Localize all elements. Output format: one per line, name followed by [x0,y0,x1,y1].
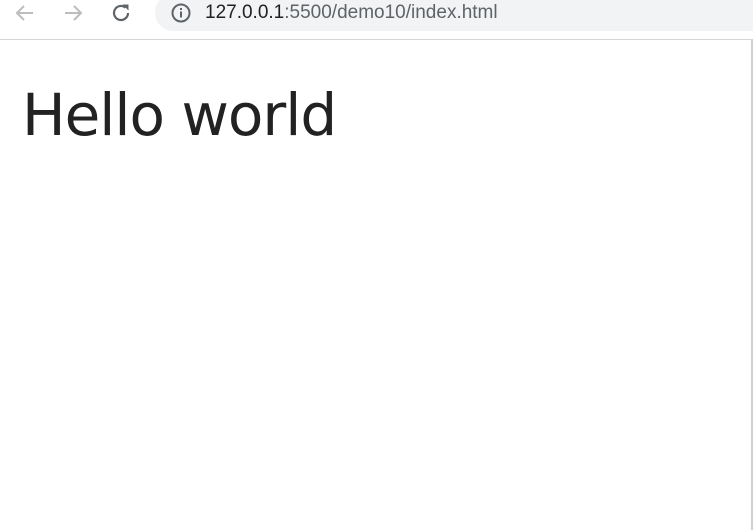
url-host: 127.0.0.1 [205,2,285,23]
page-content: Hello world [0,40,753,530]
reload-icon [109,1,133,25]
arrow-left-icon [13,1,37,25]
reload-button[interactable] [106,0,136,26]
back-button[interactable] [10,0,40,26]
arrow-right-icon [61,1,85,25]
page-heading: Hello world [22,81,337,149]
forward-button[interactable] [58,0,88,26]
browser-toolbar: 127.0.0.1:5500/demo10/index.html [0,0,753,40]
info-icon[interactable] [170,2,192,24]
url-path: :5500/demo10/index.html [284,2,498,23]
url-text[interactable]: 127.0.0.1:5500/demo10/index.html [205,1,498,25]
